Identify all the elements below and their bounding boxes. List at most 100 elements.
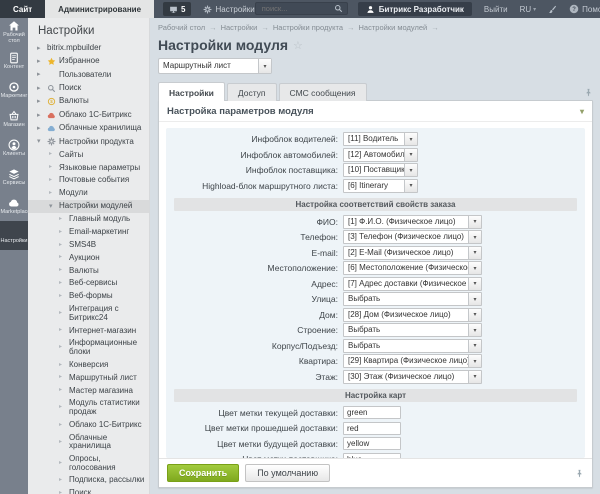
select-field[interactable]: [30] Этаж (Физическое лицо) ▾ xyxy=(343,370,482,384)
expand-arrow-icon xyxy=(59,362,66,369)
sidebar-item[interactable]: Главный модуль xyxy=(28,213,149,226)
pin-icon[interactable] xyxy=(584,87,593,98)
sidebar-item[interactable]: Пользователи xyxy=(28,68,149,81)
select-field[interactable]: [6] Itinerary ▾ xyxy=(343,179,418,193)
rail-item[interactable]: Контент xyxy=(0,47,28,76)
sidebar-item[interactable]: Информационные блоки xyxy=(28,337,149,358)
sidebar-item-label: Избранное xyxy=(59,57,100,66)
sidebar-item[interactable]: SMS4B xyxy=(28,239,149,252)
tab-site[interactable]: Сайт xyxy=(0,0,45,18)
sidebar-item[interactable]: Email-маркетинг xyxy=(28,226,149,239)
sidebar-item[interactable]: Настройки продукта xyxy=(28,135,149,148)
notifications-badge[interactable]: 5 xyxy=(163,2,191,16)
select-field[interactable]: [11] Водитель ▾ xyxy=(343,132,418,146)
sidebar-item[interactable]: Языковые параметры xyxy=(28,161,149,174)
topbar-settings-link[interactable]: Настройки xyxy=(203,0,254,18)
select-arrow-icon[interactable]: ▾ xyxy=(404,149,417,161)
sidebar-item[interactable]: Модули xyxy=(28,187,149,200)
sidebar-item[interactable]: bitrix.mpbuilder xyxy=(28,42,149,55)
rail-item[interactable]: Клиенты xyxy=(0,134,28,163)
sidebar-item[interactable]: Интернет-магазин xyxy=(28,324,149,337)
rail-item[interactable]: Настройки xyxy=(0,221,28,250)
sidebar-item[interactable]: Подписка, рассылки xyxy=(28,474,149,487)
sidebar-item[interactable]: Валюты xyxy=(28,264,149,277)
rail-item[interactable]: Marketplace xyxy=(0,192,28,221)
select-arrow-icon[interactable]: ▾ xyxy=(468,247,481,259)
sidebar-item[interactable]: Поиск xyxy=(28,487,149,494)
sidebar-item[interactable]: Сайты xyxy=(28,149,149,162)
sidebar-item[interactable]: Интеграция с Битрикс24 xyxy=(28,303,149,324)
breadcrumb-item[interactable]: Настройки xyxy=(221,23,269,32)
select-arrow-icon[interactable]: ▾ xyxy=(404,180,417,192)
select-field[interactable]: Выбрать ▾ xyxy=(343,292,482,306)
rail-item[interactable]: Магазин xyxy=(0,105,28,134)
select-field[interactable]: Выбрать ▾ xyxy=(343,323,482,337)
select-arrow-icon[interactable]: ▾ xyxy=(468,262,481,274)
select-field[interactable]: [3] Телефон (Физическое лицо) ▾ xyxy=(343,230,482,244)
select-field[interactable]: [2] E-Mail (Физическое лицо) ▾ xyxy=(343,246,482,260)
save-button[interactable]: Сохранить xyxy=(167,464,239,482)
text-input[interactable]: red xyxy=(343,422,401,435)
breadcrumb-item[interactable]: Рабочий стол xyxy=(158,23,217,32)
sidebar-item[interactable]: Поиск xyxy=(28,82,149,95)
select-arrow-icon[interactable]: ▾ xyxy=(468,309,481,321)
default-button[interactable]: По умолчанию xyxy=(245,464,330,482)
select-field[interactable]: [10] Поставщик ▾ xyxy=(343,163,418,177)
rail-item[interactable]: Маркетинг xyxy=(0,76,28,105)
select-field[interactable]: [28] Дом (Физическое лицо) ▾ xyxy=(343,308,482,322)
select-field[interactable]: [1] Ф.И.О. (Физическое лицо) ▾ xyxy=(343,215,482,229)
select-field[interactable]: [12] Автомобили ▾ xyxy=(343,148,418,162)
tab[interactable]: Настройки xyxy=(158,82,225,101)
select-arrow-icon[interactable]: ▾ xyxy=(468,293,481,305)
sidebar-item[interactable]: Веб-формы xyxy=(28,290,149,303)
select-field[interactable]: Выбрать ▾ xyxy=(343,339,482,353)
breadcrumb-item[interactable]: Настройки продукта xyxy=(273,23,355,32)
module-select[interactable]: Маршрутный лист ▾ xyxy=(158,58,272,74)
user-menu[interactable]: Битрикс Разработчик xyxy=(358,2,472,16)
select-arrow-icon[interactable]: ▾ xyxy=(404,164,417,176)
sidebar-item[interactable]: Облачные хранилища xyxy=(28,432,149,453)
favorite-star-icon[interactable]: ☆ xyxy=(293,39,303,52)
sidebar-item[interactable]: Маршрутный лист xyxy=(28,372,149,385)
sidebar-item[interactable]: Облако 1С-Битрикс xyxy=(28,108,149,121)
breadcrumb-item[interactable]: Настройки модулей xyxy=(359,23,439,32)
sidebar-item[interactable]: Облако 1С-Битрикс xyxy=(28,419,149,432)
pin-icon[interactable] xyxy=(575,468,584,479)
rail-item[interactable]: Рабочий стол xyxy=(0,18,28,47)
theme-brush-button[interactable] xyxy=(548,0,557,18)
tab[interactable]: Доступ xyxy=(227,83,277,101)
select-arrow-icon[interactable]: ▾ xyxy=(468,340,481,352)
sidebar-item[interactable]: Избранное xyxy=(28,55,149,68)
select-arrow-icon[interactable]: ▾ xyxy=(404,133,417,145)
select-arrow-icon[interactable]: ▾ xyxy=(468,231,481,243)
select-arrow-icon[interactable]: ▾ xyxy=(468,216,481,228)
select-field[interactable]: [7] Адрес доставки (Физическое лицо) ▾ xyxy=(343,277,482,291)
sidebar-item[interactable]: Настройки модулей xyxy=(28,200,149,213)
select-arrow-icon[interactable]: ▾ xyxy=(468,324,481,336)
text-input[interactable]: green xyxy=(343,406,401,419)
select-arrow-icon[interactable]: ▾ xyxy=(468,278,481,290)
tab[interactable]: СМС сообщения xyxy=(279,83,367,101)
logout-link[interactable]: Выйти xyxy=(484,0,508,18)
select-arrow-icon[interactable]: ▾ xyxy=(468,371,481,383)
rail-item[interactable]: Сервисы xyxy=(0,163,28,192)
text-input[interactable]: yellow xyxy=(343,437,401,450)
language-select[interactable]: RU ▾ xyxy=(520,0,537,18)
sidebar-item[interactable]: Конверсия xyxy=(28,359,149,372)
sidebar-item[interactable]: Валюты xyxy=(28,95,149,108)
search-box[interactable] xyxy=(255,2,348,15)
sidebar-item[interactable]: Почтовые события xyxy=(28,174,149,187)
select-field[interactable]: [6] Местоположение (Физическое лицо) ▾ xyxy=(343,261,482,275)
sidebar-item[interactable]: Модуль статистики продаж xyxy=(28,397,149,418)
sidebar-item[interactable]: Аукцион xyxy=(28,252,149,265)
sidebar-item[interactable]: Веб-сервисы xyxy=(28,277,149,290)
select-arrow-icon[interactable]: ▾ xyxy=(468,355,481,367)
collapse-chevron-icon[interactable]: ▾ xyxy=(580,107,584,116)
sidebar-item[interactable]: Опросы, голосования xyxy=(28,453,149,474)
tab-administration[interactable]: Администрирование xyxy=(45,0,154,18)
sidebar-item[interactable]: Облачные хранилища xyxy=(28,122,149,135)
sidebar-item[interactable]: Мастер магазина xyxy=(28,384,149,397)
help-link[interactable]: Помощь xyxy=(569,0,600,18)
search-input[interactable] xyxy=(260,3,334,14)
select-field[interactable]: [29] Квартира (Физическое лицо) ▾ xyxy=(343,354,482,368)
